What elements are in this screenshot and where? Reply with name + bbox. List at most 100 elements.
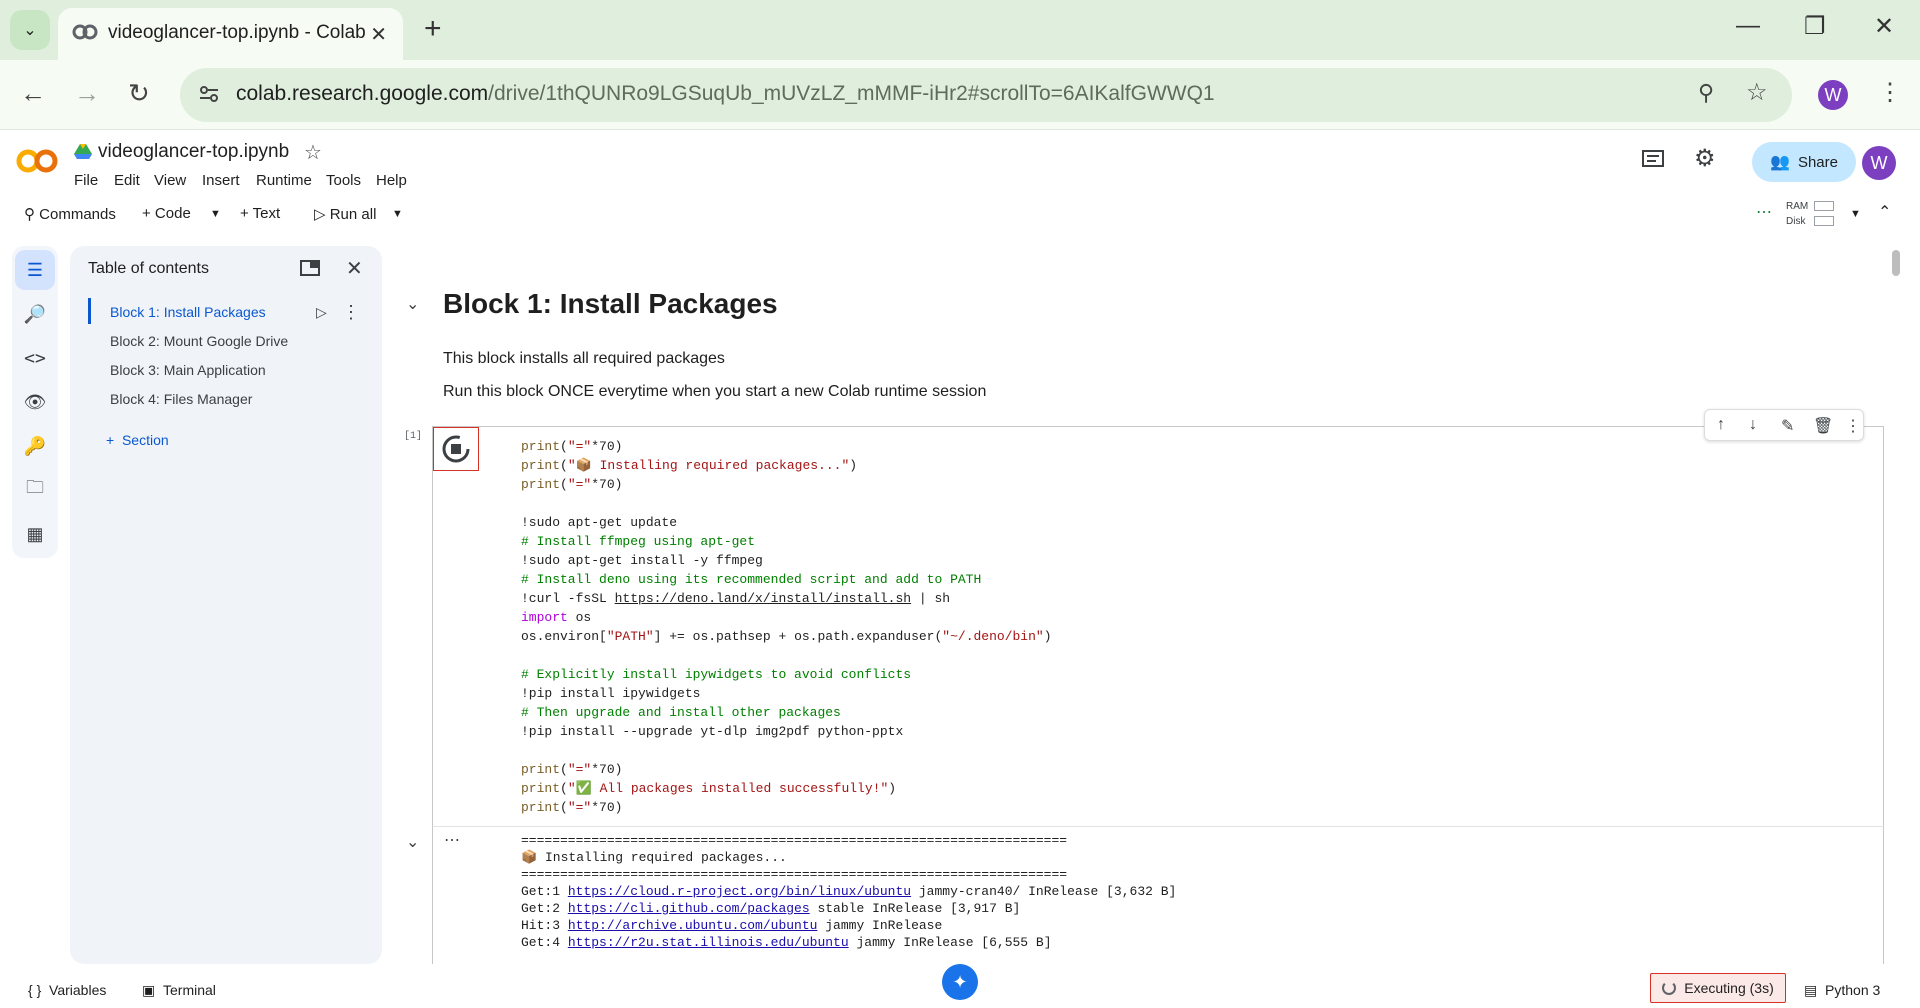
code-line: # Then upgrade and install other package… <box>521 705 841 720</box>
menu-runtime[interactable]: Runtime <box>256 172 312 189</box>
close-panel-icon[interactable]: ✕ <box>346 256 363 281</box>
menu-edit[interactable]: Edit <box>114 172 140 189</box>
more-vert-icon[interactable]: ⋮ <box>342 302 360 323</box>
code-line: import os <box>521 610 592 625</box>
colab-toolbar: ⚲ Commands + Code ▼ + Text ▷ Run all ▼ ⋯… <box>0 192 1920 238</box>
notebook-scrollbar[interactable] <box>1892 250 1900 276</box>
output-link[interactable]: https://cli.github.com/packages <box>568 901 810 916</box>
notebook-title[interactable]: videoglancer-top.ipynb <box>98 141 289 163</box>
menu-file[interactable]: File <box>74 172 98 189</box>
secrets-key-icon[interactable]: 🔑 <box>12 426 58 466</box>
code-line: !pip install ipywidgets <box>521 686 701 701</box>
terminal-icon: ▣ <box>142 982 156 998</box>
variables-label: Variables <box>49 982 107 998</box>
new-tab-button[interactable]: + <box>424 14 442 44</box>
code-line: # Install deno using its recommended scr… <box>521 572 982 587</box>
search-icon: ⚲ <box>24 206 35 223</box>
code-line: !pip install --upgrade yt-dlp img2pdf py… <box>521 724 904 739</box>
runtime-label: Python 3 <box>1825 982 1881 998</box>
tab-search-button[interactable]: ⌄ <box>10 10 50 50</box>
forward-icon[interactable]: → <box>74 80 100 106</box>
side-rail: ☰ 🔎 <> 👁 🔑 🗀 ▦ <box>12 246 58 558</box>
code-snippets-icon[interactable]: <> <box>12 338 58 378</box>
code-line: print("="*70) <box>521 477 623 492</box>
executing-label: Executing (3s) <box>1684 980 1774 996</box>
run-all-button[interactable]: ▷ Run all <box>314 205 376 223</box>
resources-dropdown-icon[interactable]: ▼ <box>1850 208 1861 220</box>
colab-logo-icon[interactable] <box>16 148 58 179</box>
minimize-icon[interactable]: — <box>1736 12 1760 40</box>
code-dropdown-icon[interactable]: ▼ <box>210 208 221 220</box>
ram-meter[interactable] <box>1814 201 1834 211</box>
md-line-2: Run this block ONCE everytime when you s… <box>443 383 987 400</box>
menu-view[interactable]: View <box>154 172 186 189</box>
comment-icon[interactable] <box>1642 150 1664 175</box>
run-section-icon[interactable]: ▷ <box>316 304 327 321</box>
zoom-icon[interactable]: ⚲ <box>1698 80 1714 106</box>
bookmark-star-icon[interactable]: ☆ <box>1746 78 1768 107</box>
toc-icon[interactable]: ☰ <box>15 250 55 290</box>
restore-icon[interactable]: ❐ <box>1804 12 1826 41</box>
terminal-button[interactable]: ▣ Terminal <box>142 982 216 999</box>
data-table-icon[interactable]: ▦ <box>12 514 58 554</box>
toc-item-block-3[interactable]: Block 3: Main Application <box>110 362 266 378</box>
commands-button[interactable]: ⚲ Commands <box>24 205 116 223</box>
toc-title: Table of contents <box>88 260 209 277</box>
spinner-icon <box>1662 981 1677 995</box>
move-down-icon[interactable]: ↓ <box>1749 416 1757 434</box>
stop-cell-button[interactable] <box>433 427 479 471</box>
toc-item-block-2[interactable]: Block 2: Mount Google Drive <box>110 333 288 349</box>
play-icon: ▷ <box>314 206 326 223</box>
code-line: # Install ffmpeg using apt-get <box>521 534 756 549</box>
site-info-icon[interactable] <box>198 83 220 110</box>
code-cell[interactable]: print("="*70) print("📦 Installing requir… <box>432 426 1884 826</box>
output-line: Get:2 https://cli.github.com/packages st… <box>521 901 1021 916</box>
reload-icon[interactable]: ↻ <box>128 80 150 106</box>
files-folder-icon[interactable]: 🗀 <box>12 470 58 510</box>
move-up-icon[interactable]: ↑ <box>1717 416 1725 434</box>
variables-button[interactable]: { } Variables <box>28 982 106 998</box>
menu-tools[interactable]: Tools <box>326 172 361 189</box>
edit-icon[interactable]: ✎ <box>1781 416 1794 436</box>
back-icon[interactable]: ← <box>20 80 46 106</box>
disk-meter[interactable] <box>1814 216 1834 226</box>
menu-help[interactable]: Help <box>376 172 407 189</box>
find-icon[interactable]: 🔎 <box>12 294 58 334</box>
toc-item-block-1[interactable]: Block 1: Install Packages <box>110 304 266 320</box>
open-in-tab-icon[interactable] <box>300 260 320 281</box>
window-close-icon[interactable]: ✕ <box>1874 12 1894 41</box>
collapse-header-icon[interactable]: ⌃ <box>1878 202 1891 222</box>
delete-icon[interactable]: 🗑 <box>1813 416 1833 436</box>
profile-avatar[interactable]: W <box>1818 80 1848 110</box>
output-line: Get:1 https://cloud.r-project.org/bin/li… <box>521 884 1177 899</box>
output-link[interactable]: http://archive.ubuntu.com/ubuntu <box>568 918 818 933</box>
settings-gear-icon[interactable]: ⚙ <box>1694 144 1716 173</box>
output-link[interactable]: https://cloud.r-project.org/bin/linux/ub… <box>568 884 911 899</box>
output-link[interactable]: https://r2u.stat.illinois.edu/ubuntu <box>568 935 849 950</box>
toc-panel: Table of contents ✕ Block 1: Install Pac… <box>70 246 382 964</box>
section-collapse-icon[interactable]: ⌄ <box>406 294 419 314</box>
run-all-dropdown-icon[interactable]: ▼ <box>392 208 403 220</box>
add-code-button[interactable]: + Code <box>142 205 191 222</box>
add-section-button[interactable]: + Section <box>106 432 169 448</box>
browser-tab[interactable]: videoglancer-top.ipynb - Colab ✕ <box>58 8 403 60</box>
toc-item-block-4[interactable]: Block 4: Files Manager <box>110 391 252 407</box>
share-button[interactable]: 👥 Share <box>1752 142 1856 182</box>
add-section-label: Section <box>121 432 169 448</box>
runtime-button[interactable]: ▤ Python 3 <box>1804 982 1880 999</box>
variables-inspector-icon[interactable]: 👁 <box>12 382 58 422</box>
star-icon[interactable]: ☆ <box>304 140 322 165</box>
gemini-button[interactable]: ✦ <box>942 964 978 1000</box>
output-collapse-icon[interactable]: ⌄ <box>406 832 419 852</box>
user-avatar[interactable]: W <box>1862 146 1896 180</box>
cell-toolbar: ↑ ↓ ✎ 🗑 ⋮ <box>1704 409 1864 441</box>
browser-menu-icon[interactable]: ⋮ <box>1878 78 1902 107</box>
executing-status[interactable]: Executing (3s) <box>1650 973 1786 1003</box>
close-icon[interactable]: ✕ <box>370 22 387 47</box>
connected-status-icon[interactable]: ⋯ <box>1756 202 1772 222</box>
menu-insert[interactable]: Insert <box>202 172 240 189</box>
address-bar[interactable]: colab.research.google.com/drive/1thQUNRo… <box>180 68 1792 122</box>
add-text-button[interactable]: + Text <box>240 205 280 222</box>
code-line: print("="*70) <box>521 800 623 815</box>
cell-more-icon[interactable]: ⋮ <box>1845 416 1861 436</box>
